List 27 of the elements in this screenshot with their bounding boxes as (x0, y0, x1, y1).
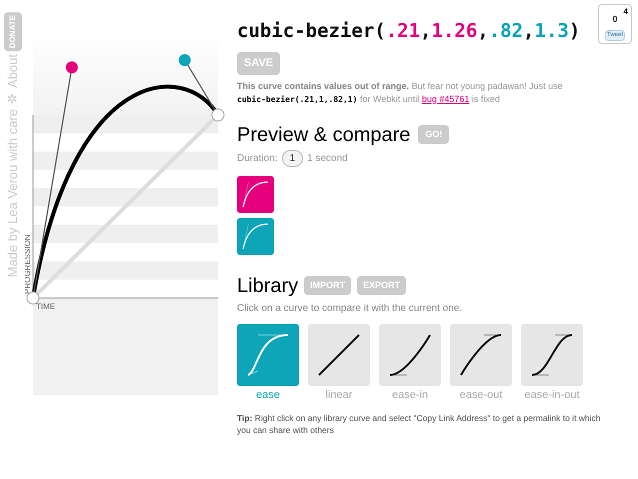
library-curve[interactable] (308, 324, 370, 386)
axis-label: TIME (36, 302, 56, 311)
curve-label: ease-in (392, 388, 428, 402)
curve-label: ease-out (460, 388, 502, 402)
library-curve[interactable] (450, 324, 512, 386)
tweet-count: 0 (612, 13, 618, 26)
library-curve[interactable] (379, 324, 441, 386)
bug-link[interactable]: bug #45761 (422, 94, 470, 104)
curve-label: ease (256, 388, 280, 402)
library-curve[interactable] (521, 324, 583, 386)
duration-field[interactable]: 1 (282, 150, 304, 166)
section-heading: Preview & compare (237, 122, 410, 148)
duration-label: Duration: (237, 152, 278, 166)
bezier-title: cubic-bezier(.21,1.26,.82,1.3) (237, 22, 580, 41)
curve-label: ease-in-out (524, 388, 580, 402)
warning-text: This curve contains values out of range. But fear not young padawan! Just use cubic-bezier(.21,1,.82,1) for Webkit until bug #45761 is fixed (237, 80, 564, 106)
tip-text: Tip: Right click on any library curve and select "Copy Link Address" to get a permalink to it which you can share with others (237, 412, 602, 436)
end-point (26, 292, 40, 304)
section-heading: Library (237, 274, 298, 298)
control-handle[interactable] (178, 54, 191, 66)
tweet-superscript-number: 4 (624, 6, 628, 18)
library-hint: Click on a curve to compare it with the current one. (237, 302, 464, 316)
end-point (212, 108, 224, 122)
separator-icon: ✲ (6, 91, 19, 106)
control-handle[interactable] (66, 61, 78, 74)
curve-label: linear (326, 388, 352, 402)
duration-unit: 1 second (307, 152, 348, 166)
